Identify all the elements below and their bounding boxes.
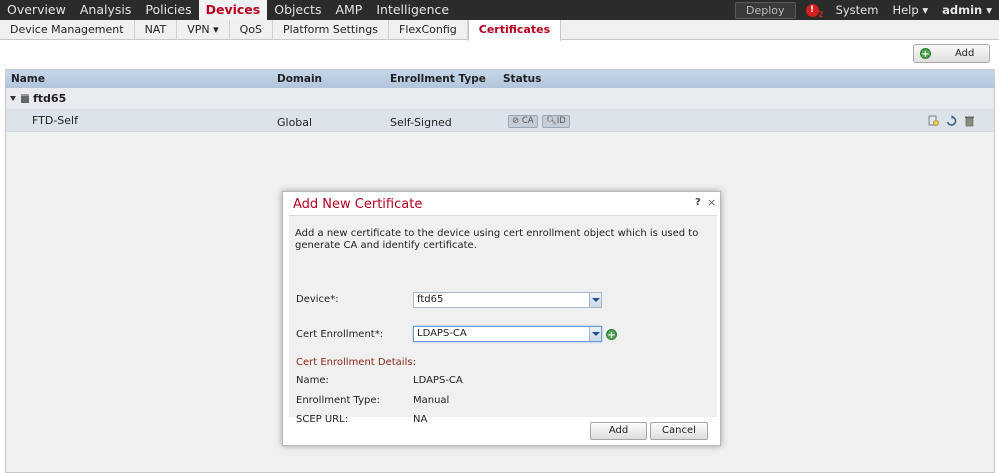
top-nav: Overview Analysis Policies Devices Objec…: [0, 0, 999, 20]
cert-enrollment-select[interactable]: LDAPS-CA: [413, 326, 602, 342]
user-menu[interactable]: admin ▾: [935, 3, 999, 17]
system-menu[interactable]: System: [829, 3, 886, 17]
alert-count: 2: [817, 9, 824, 19]
add-certificate-dialog: Add New Certificate ? × Add a new certif…: [282, 191, 721, 446]
deploy-button[interactable]: Deploy: [735, 1, 796, 19]
nav-amp[interactable]: AMP: [328, 0, 369, 20]
detail-name-value: LDAPS-CA: [413, 375, 463, 386]
chevron-down-icon[interactable]: [589, 293, 601, 307]
tab-vpn[interactable]: VPN ▾: [177, 20, 230, 39]
table-header: Name Domain Enrollment Type Status: [6, 70, 994, 88]
chevron-down-icon[interactable]: [589, 327, 601, 341]
id-status-label: ID: [556, 116, 566, 126]
collapse-icon[interactable]: [10, 96, 16, 101]
detail-type-label: Enrollment Type:: [296, 395, 380, 406]
help-menu[interactable]: Help ▾: [885, 3, 935, 17]
col-status[interactable]: Status: [503, 73, 541, 85]
device-select[interactable]: ftd65: [413, 292, 602, 308]
tab-certificates[interactable]: Certificates: [467, 20, 562, 41]
device-icon: [21, 94, 29, 103]
dialog-title: Add New Certificate: [293, 197, 423, 212]
col-enrollment-type[interactable]: Enrollment Type: [390, 73, 486, 85]
tab-nat[interactable]: NAT: [135, 20, 178, 39]
nav-policies[interactable]: Policies: [138, 0, 198, 20]
cert-info-icon[interactable]: [928, 115, 939, 127]
dialog-body: Add a new certificate to the device usin…: [289, 215, 717, 425]
close-icon[interactable]: ×: [707, 196, 716, 209]
device-group-row[interactable]: ftd65: [6, 88, 994, 110]
help-icon[interactable]: ?: [695, 197, 701, 208]
group-name: ftd65: [33, 92, 67, 105]
details-header-colon: :: [412, 357, 416, 368]
row-name: FTD-Self: [32, 114, 78, 127]
nav-objects[interactable]: Objects: [267, 0, 328, 20]
tab-qos[interactable]: QoS: [230, 20, 273, 39]
details-header-text: Cert Enrollment Details: [296, 357, 413, 368]
nav-analysis[interactable]: Analysis: [73, 0, 139, 20]
col-name[interactable]: Name: [11, 73, 45, 85]
sub-nav: Device Management NAT VPN ▾ QoS Platform…: [0, 20, 999, 41]
table-row[interactable]: FTD-Self Global Self-Signed ⊘ CA 🔍︎ID: [6, 110, 994, 132]
delete-icon[interactable]: [964, 115, 975, 127]
cert-enrollment-label: Cert Enrollment*:: [296, 329, 384, 340]
detail-scep-value: NA: [413, 414, 428, 425]
detail-scep-label: SCEP URL:: [296, 414, 349, 425]
top-nav-right: Deploy ! 2 System Help ▾ admin ▾: [735, 0, 999, 20]
col-domain[interactable]: Domain: [277, 73, 322, 85]
id-status-badge[interactable]: 🔍︎ID: [542, 115, 570, 128]
tab-flexconfig[interactable]: FlexConfig: [389, 20, 468, 39]
add-certificate-button[interactable]: + Add: [913, 44, 990, 63]
ca-status-label: CA: [521, 116, 534, 126]
add-label: Add: [955, 48, 975, 59]
device-label: Device*:: [296, 294, 339, 305]
device-select-value: ftd65: [417, 294, 444, 305]
nav-overview[interactable]: Overview: [0, 0, 73, 20]
ca-status-badge[interactable]: ⊘ CA: [508, 115, 538, 128]
alert-icon[interactable]: ! 2: [805, 3, 824, 19]
cancel-button[interactable]: Cancel: [650, 422, 708, 440]
plus-icon: +: [920, 48, 931, 60]
add-enrollment-icon[interactable]: +: [606, 329, 617, 341]
detail-name-label: Name:: [296, 375, 329, 386]
nav-intelligence[interactable]: Intelligence: [369, 0, 456, 20]
row-enrollment-type: Self-Signed: [390, 116, 452, 129]
tab-device-management[interactable]: Device Management: [0, 20, 135, 39]
detail-type-value: Manual: [413, 395, 450, 406]
tab-platform-settings[interactable]: Platform Settings: [273, 20, 389, 39]
cert-enrollment-details-header: Cert Enrollment Details:: [296, 357, 416, 368]
refresh-icon[interactable]: [946, 115, 957, 127]
nav-devices[interactable]: Devices: [198, 0, 268, 20]
row-domain: Global: [277, 116, 313, 129]
add-button[interactable]: Add: [590, 422, 647, 440]
dialog-description: Add a new certificate to the device usin…: [295, 228, 699, 251]
cert-enrollment-value: LDAPS-CA: [417, 328, 467, 339]
